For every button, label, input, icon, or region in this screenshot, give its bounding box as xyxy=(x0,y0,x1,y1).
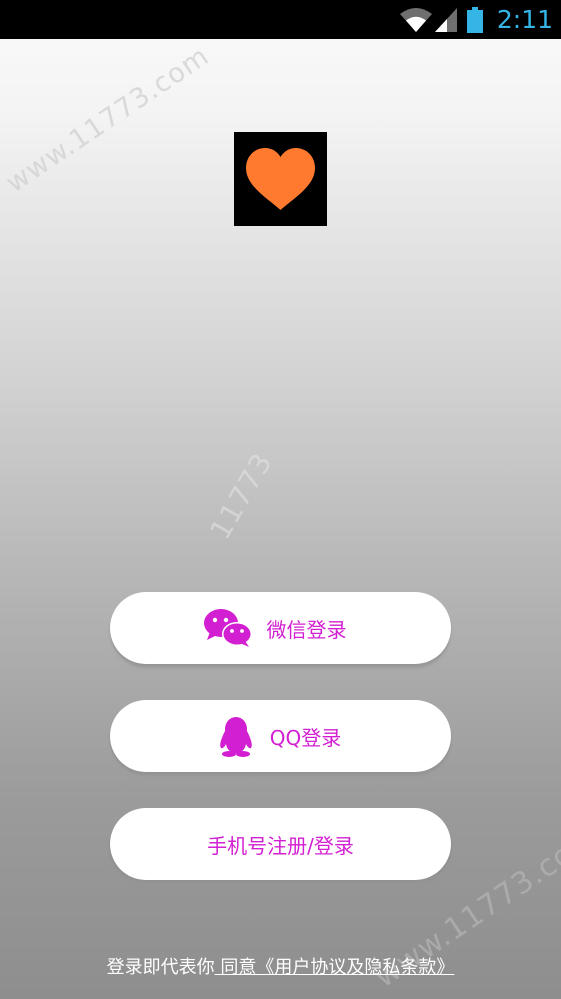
wechat-login-label: 微信登录 xyxy=(266,617,347,642)
wechat-icon xyxy=(203,609,252,647)
wechat-login-button[interactable]: 微信登录 xyxy=(110,592,451,664)
qq-login-button[interactable]: QQ登录 xyxy=(110,700,451,772)
status-time: 2:11 xyxy=(496,5,553,34)
watermark: 11773 xyxy=(203,447,280,545)
heart-icon xyxy=(246,148,315,210)
qq-login-label: QQ登录 xyxy=(269,725,342,750)
qq-penguin-icon xyxy=(219,717,252,757)
agreement-link[interactable]: 同意《用户协议及隐私条款》 xyxy=(215,957,454,978)
status-bar: 2:11 xyxy=(0,0,561,39)
watermark: www.11773.com xyxy=(0,40,215,200)
app-logo xyxy=(234,132,327,226)
signal-icon xyxy=(434,7,457,32)
wifi-icon xyxy=(399,7,432,32)
phone-register-login-button[interactable]: 手机号注册/登录 xyxy=(110,808,451,880)
phone-login-label: 手机号注册/登录 xyxy=(207,833,354,858)
battery-icon xyxy=(466,6,483,33)
status-icons: 2:11 xyxy=(399,0,553,39)
agreement-prefix: 登录即代表你 xyxy=(106,957,215,978)
agreement-notice: 登录即代表你 同意《用户协议及隐私条款》 xyxy=(0,953,561,979)
login-screen: 2:11 www.11773.com 11773 www.11773.com 微… xyxy=(0,0,561,999)
